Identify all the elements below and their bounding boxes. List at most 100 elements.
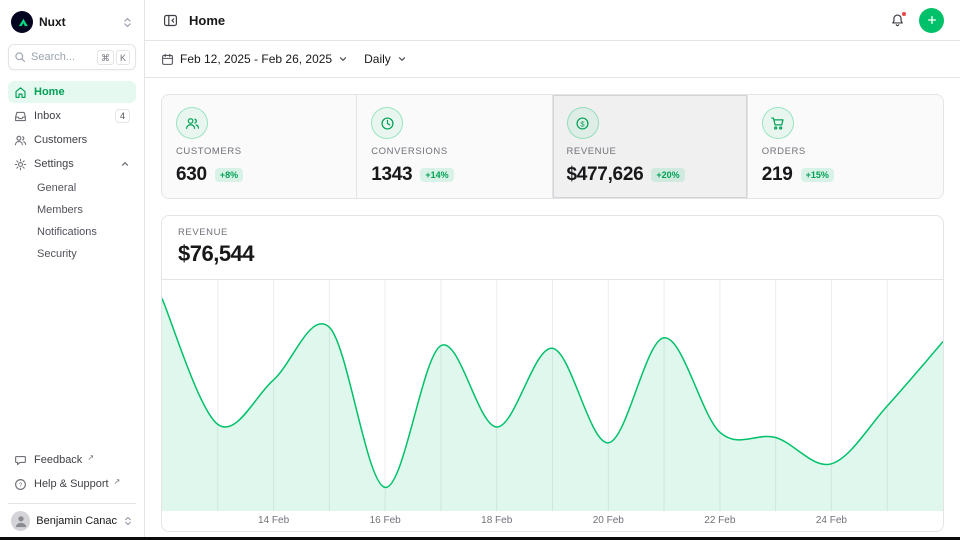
- chart-body: 14 Feb16 Feb18 Feb20 Feb22 Feb24 Feb: [162, 280, 943, 531]
- speech-bubble-icon: [14, 454, 27, 467]
- sidebar-item-settings[interactable]: Settings: [8, 153, 136, 175]
- search-icon: [14, 51, 26, 63]
- interval-select[interactable]: Daily: [364, 52, 407, 66]
- sidebar-item-label: Members: [37, 204, 83, 216]
- dashboard-content: CUSTOMERS 630 +8% CONVERSIONS 1343 +14%: [145, 78, 960, 540]
- sidebar-nav: Home Inbox 4 Customers Settings General …: [8, 81, 136, 265]
- home-icon: [14, 86, 27, 99]
- x-tick-label: 18 Feb: [481, 515, 512, 526]
- stat-card-orders[interactable]: ORDERS 219 +15%: [748, 95, 943, 198]
- stat-value: $477,626: [567, 164, 644, 186]
- collapse-sidebar-button[interactable]: [161, 11, 180, 30]
- search-input[interactable]: Search... ⌘ K: [8, 44, 136, 70]
- dollar-circle-icon: $: [575, 116, 590, 131]
- sidebar-item-label: Customers: [34, 134, 87, 146]
- sidebar-item-label: Settings: [34, 158, 74, 170]
- nuxt-logo-icon: [11, 11, 33, 33]
- plus-icon: [926, 14, 938, 26]
- filter-toolbar: Feb 12, 2025 - Feb 26, 2025 Daily: [145, 41, 960, 78]
- x-tick-label: 16 Feb: [370, 515, 401, 526]
- notification-dot: [901, 11, 907, 17]
- stat-delta-badge: +14%: [420, 168, 453, 182]
- users-icon: [14, 134, 27, 147]
- sidebar-item-home[interactable]: Home: [8, 81, 136, 103]
- sidebar-item-general[interactable]: General: [8, 177, 136, 199]
- stat-label: REVENUE: [567, 146, 733, 157]
- avatar: [11, 511, 30, 531]
- topbar-actions: [888, 8, 944, 33]
- svg-text:$: $: [580, 119, 585, 128]
- workspace-switcher[interactable]: Nuxt: [8, 9, 136, 35]
- footer-link-label: Help & Support: [34, 478, 109, 490]
- help-circle-icon: ?: [14, 478, 27, 491]
- x-tick-label: 24 Feb: [816, 515, 847, 526]
- stat-icon-circle: [371, 107, 403, 139]
- stat-label: CONVERSIONS: [371, 146, 537, 157]
- notifications-button[interactable]: [888, 11, 907, 30]
- sidebar: Nuxt Search... ⌘ K Home Inbox 4 Customer…: [0, 0, 145, 540]
- revenue-chart-plot[interactable]: [162, 280, 943, 511]
- external-link-icon: ↗: [87, 453, 94, 462]
- search-shortcut: ⌘ K: [97, 50, 130, 65]
- date-range-label: Feb 12, 2025 - Feb 26, 2025: [180, 52, 332, 66]
- stat-delta-badge: +8%: [215, 168, 243, 182]
- sidebar-item-customers[interactable]: Customers: [8, 129, 136, 151]
- inbox-count-badge: 4: [115, 109, 130, 123]
- page-title: Home: [189, 13, 225, 28]
- topbar: Home: [145, 0, 960, 41]
- footer-link-label: Feedback: [34, 454, 82, 466]
- clock-icon: [380, 116, 395, 131]
- main-panel: Home Feb 12, 2025 - Feb 26, 2025 Daily: [145, 0, 960, 540]
- stat-delta-badge: +20%: [651, 168, 684, 182]
- stat-value: 630: [176, 164, 207, 186]
- add-button[interactable]: [919, 8, 944, 33]
- sidebar-item-notifications[interactable]: Notifications: [8, 221, 136, 243]
- user-menu[interactable]: Benjamin Canac: [8, 503, 136, 534]
- feedback-link[interactable]: Feedback ↗: [8, 449, 136, 471]
- stat-icon-circle: $: [567, 107, 599, 139]
- help-support-link[interactable]: ? Help & Support ↗: [8, 473, 136, 495]
- stat-label: CUSTOMERS: [176, 146, 342, 157]
- interval-label: Daily: [364, 52, 391, 66]
- gear-icon: [14, 158, 27, 171]
- calendar-icon: [161, 53, 174, 66]
- x-tick-label: 20 Feb: [593, 515, 624, 526]
- search-placeholder: Search...: [31, 51, 75, 63]
- sidebar-item-label: Notifications: [37, 226, 97, 238]
- stat-card-customers[interactable]: CUSTOMERS 630 +8%: [162, 95, 357, 198]
- chevron-updown-icon: [123, 516, 133, 526]
- x-tick-label: 14 Feb: [258, 515, 289, 526]
- inbox-icon: [14, 110, 27, 123]
- kbd-meta: ⌘: [97, 50, 114, 65]
- chevron-down-icon: [397, 54, 407, 64]
- sidebar-item-label: Inbox: [34, 110, 61, 122]
- chart-metric-value: $76,544: [178, 241, 927, 267]
- chart-metric-label: REVENUE: [178, 227, 927, 238]
- stat-value: 219: [762, 164, 793, 186]
- sidebar-item-security[interactable]: Security: [8, 243, 136, 265]
- sidebar-footer: Feedback ↗ ? Help & Support ↗ Benjamin C…: [8, 449, 136, 534]
- chevron-updown-icon: [122, 17, 133, 28]
- chevron-up-icon: [120, 159, 130, 169]
- workspace-name: Nuxt: [39, 15, 66, 29]
- sidebar-item-members[interactable]: Members: [8, 199, 136, 221]
- stat-icon-circle: [762, 107, 794, 139]
- sidebar-item-inbox[interactable]: Inbox 4: [8, 105, 136, 127]
- date-range-picker[interactable]: Feb 12, 2025 - Feb 26, 2025: [161, 52, 348, 66]
- sidebar-item-label: Home: [34, 86, 65, 98]
- user-name: Benjamin Canac: [36, 515, 117, 527]
- stat-delta-badge: +15%: [801, 168, 834, 182]
- customers-icon: [185, 116, 200, 131]
- sidebar-item-label: General: [37, 182, 76, 194]
- x-axis-labels: 14 Feb16 Feb18 Feb20 Feb22 Feb24 Feb: [162, 515, 943, 528]
- sidebar-item-label: Security: [37, 248, 77, 260]
- cart-icon: [770, 116, 785, 131]
- revenue-chart-card: REVENUE $76,544 14 Feb 16 Feb 18 Feb 20 Feb…: [161, 215, 944, 532]
- settings-subnav: General Members Notifications Security: [8, 177, 136, 265]
- chevron-down-icon: [338, 54, 348, 64]
- panel-left-icon: [163, 13, 178, 28]
- chart-header: REVENUE $76,544: [162, 216, 943, 280]
- kbd-k: K: [116, 50, 130, 65]
- stat-card-conversions[interactable]: CONVERSIONS 1343 +14%: [357, 95, 552, 198]
- stat-card-revenue[interactable]: $ REVENUE $477,626 +20%: [553, 95, 748, 198]
